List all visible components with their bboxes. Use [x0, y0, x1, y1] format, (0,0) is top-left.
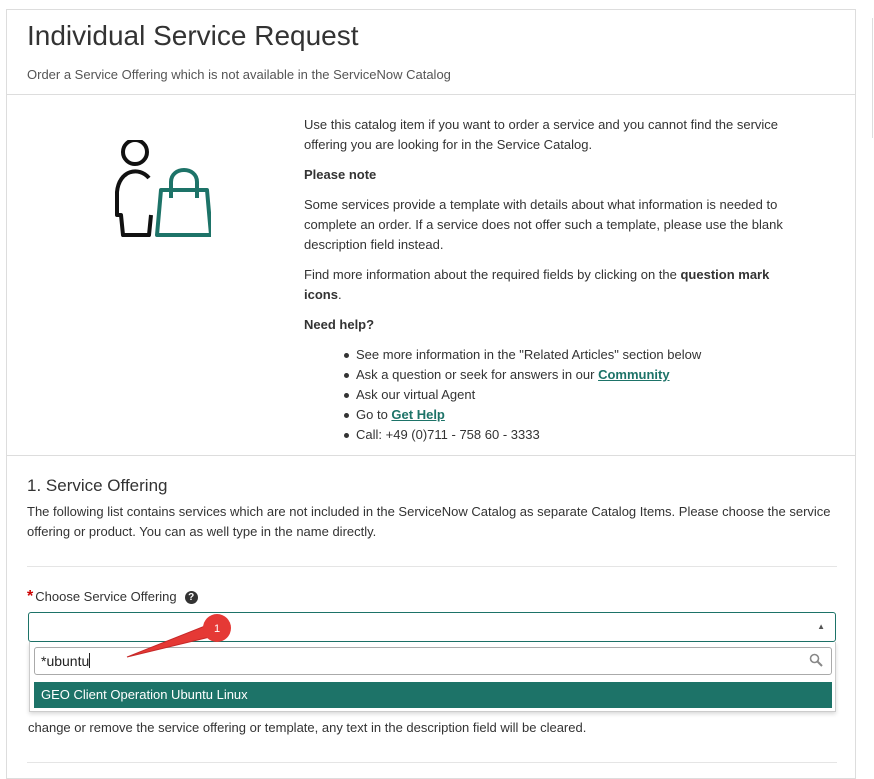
page-subtitle: Order a Service Offering which is not av…: [27, 67, 451, 82]
divider: [27, 566, 837, 567]
list-item: Go to Get Help: [344, 405, 804, 425]
page-header: Individual Service Request Order a Servi…: [7, 10, 855, 95]
search-input[interactable]: *ubuntu: [34, 647, 832, 675]
list-item: Call: +49 (0)711 - 758 60 - 3333: [344, 425, 804, 445]
template-paragraph: Some services provide a template with de…: [304, 197, 783, 252]
dropdown-option[interactable]: GEO Client Operation Ubuntu Linux: [34, 682, 832, 708]
required-fields-paragraph: Find more information about the required…: [304, 267, 770, 302]
service-offering-select[interactable]: ▲: [28, 612, 836, 642]
required-marker: *: [27, 588, 34, 605]
intro-paragraph: Use this catalog item if you want to ord…: [304, 117, 779, 152]
question-circle-icon[interactable]: ?: [184, 591, 198, 604]
get-help-link[interactable]: Get Help: [391, 407, 444, 422]
divider: [27, 762, 837, 763]
section-description: The following list contains services whi…: [27, 504, 831, 539]
list-item: Ask a question or seek for answers in ou…: [344, 365, 804, 385]
person-shopping-bag-icon: [115, 140, 211, 237]
caret-up-icon: ▲: [817, 622, 825, 631]
need-help-heading: Need help?: [304, 317, 375, 332]
section-title: 1. Service Offering: [27, 476, 168, 495]
search-icon: [809, 653, 823, 667]
help-list: See more information in the "Related Art…: [304, 345, 804, 445]
community-link[interactable]: Community: [598, 367, 670, 382]
please-note-heading: Please note: [304, 167, 377, 182]
intro-text: Use this catalog item if you want to ord…: [304, 115, 804, 445]
intro-section: Use this catalog item if you want to ord…: [7, 95, 855, 456]
service-offering-label: * Choose Service Offering?: [27, 588, 198, 606]
text-cursor: [89, 653, 91, 668]
page-title: Individual Service Request: [27, 20, 359, 51]
field-hint-text: change or remove the service offering or…: [28, 720, 587, 735]
list-item: See more information in the "Related Art…: [344, 345, 804, 365]
list-item: Ask our virtual Agent: [344, 385, 804, 405]
service-offering-dropdown: *ubuntu GEO Client Operation Ubuntu Linu…: [29, 642, 836, 712]
